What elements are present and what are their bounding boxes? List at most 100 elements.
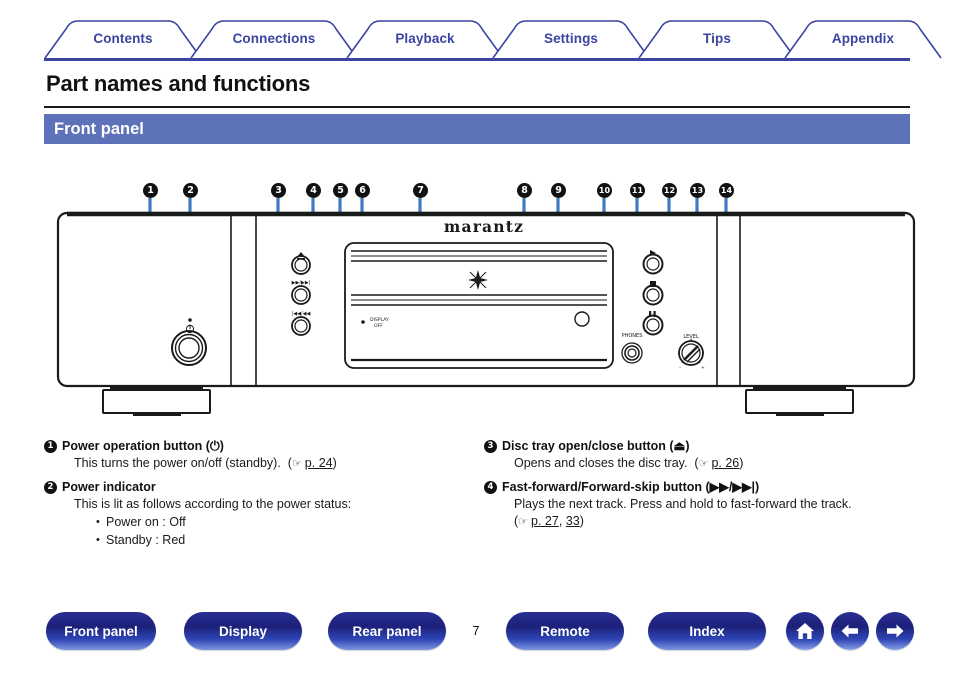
description-sublist: Power on : Off Standby : Red [44, 513, 474, 549]
description-heading-text: Disc tray open/close button (⏏) [502, 439, 690, 453]
description-heading: 1 Power operation button (⏻) [44, 438, 474, 455]
phones-label: PHONES [622, 333, 643, 339]
pointing-hand-icon: ☞ [518, 515, 528, 528]
tab-bar-rule [44, 58, 910, 61]
title-divider [44, 106, 910, 108]
tab-label: Connections [232, 31, 316, 46]
tab-tips[interactable]: Tips [638, 20, 796, 59]
page-title: Part names and functions [46, 71, 311, 96]
footer-remote-button[interactable]: Remote [506, 612, 624, 650]
callout-5: 5 [333, 183, 348, 198]
description-number: 3 [484, 440, 497, 453]
description-number: 2 [44, 480, 57, 494]
descriptions-left-column: 1 Power operation button (⏻) This turns … [44, 438, 474, 555]
page-reference-link[interactable]: p. 26 [711, 456, 739, 470]
callout-4: 4 [306, 183, 321, 198]
callout-10: 10 [597, 183, 612, 198]
footer-front-panel-button[interactable]: Front panel [46, 612, 156, 650]
callout-2: 2 [183, 183, 198, 198]
page-reference[interactable]: ☞ p. 26 [699, 456, 740, 470]
description-item-1: 1 Power operation button (⏻) This turns … [44, 438, 474, 473]
description-body: This is lit as follows according to the … [44, 496, 474, 514]
page-reference-link[interactable]: p. 27 [531, 514, 559, 528]
display-off-label-line1: DISPLAY [370, 317, 389, 323]
svg-text:+: + [701, 365, 705, 371]
svg-text:▶▶/▶▶|: ▶▶/▶▶| [292, 280, 311, 286]
footer-display-button[interactable]: Display [184, 612, 302, 650]
description-body-text: Plays the next track. Press and hold to … [514, 496, 852, 511]
tab-playback[interactable]: Playback [346, 20, 504, 59]
tab-label: Settings [543, 31, 599, 46]
tab-contents[interactable]: Contents [44, 20, 202, 59]
top-tab-bar: Contents Connections Playback Settings T [44, 20, 942, 62]
footer-home-button[interactable] [786, 612, 824, 650]
list-item: Power on : Off [96, 513, 474, 531]
reference-separator: , [558, 514, 566, 528]
callout-8: 8 [517, 183, 532, 198]
device-feet-shadow [110, 386, 846, 416]
description-body-tail: ) [739, 456, 744, 470]
arrow-left-icon [841, 624, 858, 638]
description-heading-text: Fast-forward/Forward-skip button (▶▶/▶▶|… [502, 479, 760, 494]
tab-appendix[interactable]: Appendix [784, 20, 942, 59]
callout-3: 3 [271, 183, 286, 198]
description-heading-text: Power operation button (⏻) [62, 439, 224, 453]
description-body-text: Opens and closes the disc tray. ( [514, 456, 699, 470]
description-body: Opens and closes the disc tray. (☞ p. 26… [484, 455, 934, 473]
description-item-2: 2 Power indicator This is lit as follows… [44, 479, 474, 549]
display-off-label-line2: OFF [374, 323, 383, 329]
tabs-row: Contents Connections Playback Settings T [44, 20, 942, 59]
description-heading: 2 Power indicator [44, 479, 474, 496]
tab-connections[interactable]: Connections [190, 20, 358, 59]
page-number: 7 [472, 624, 480, 638]
diagram-svg: ▶▶/▶▶| |◀◀/◀◀ DISPLAY OFF marantz PHONES… [56, 198, 916, 416]
tab-settings[interactable]: Settings [492, 20, 650, 59]
tab-label: Tips [703, 31, 731, 46]
page-reference[interactable]: (☞ p. 27 [514, 514, 559, 528]
pointing-hand-icon: ☞ [698, 457, 709, 470]
footer-back-button[interactable] [831, 612, 869, 650]
description-item-4: 4 Fast-forward/Forward-skip button (▶▶/▶… [484, 479, 934, 531]
marantz-brand-logo: marantz [444, 217, 524, 236]
description-body-tail: ) [332, 456, 337, 470]
description-body-tail: ) [579, 514, 584, 528]
description-number: 4 [484, 480, 497, 494]
description-heading: 3 Disc tray open/close button (⏏) [484, 438, 934, 455]
description-body-text: This turns the power on/off (standby). ( [74, 456, 292, 470]
section-header-bar: Front panel [44, 114, 910, 144]
callout-12: 12 [662, 183, 677, 198]
device-feet [102, 389, 854, 414]
footer-index-button[interactable]: Index [648, 612, 766, 650]
descriptions-right-column: 3 Disc tray open/close button (⏏) Opens … [484, 438, 934, 537]
callout-1: 1 [143, 183, 158, 198]
description-heading: 4 Fast-forward/Forward-skip button (▶▶/▶… [484, 479, 934, 496]
description-body-text: This is lit as follows according to the … [74, 496, 352, 511]
description-number: 1 [44, 440, 57, 453]
description-body: This turns the power on/off (standby). (… [44, 455, 474, 473]
footer-navigation: Front panel Display Rear panel 7 Remote … [0, 612, 954, 656]
display-star-icon [468, 270, 488, 290]
front-panel-diagram: 1 2 3 4 5 6 7 8 9 10 11 12 13 14 ▶▶/▶▶| … [0, 170, 954, 420]
page-reference[interactable]: ☞ p. 24 [292, 456, 333, 470]
display-window [344, 242, 614, 369]
callout-6: 6 [355, 183, 370, 198]
arrow-right-icon [887, 624, 904, 638]
footer-rear-panel-button[interactable]: Rear panel [328, 612, 446, 650]
description-heading-text: Power indicator [62, 479, 156, 494]
tab-label: Appendix [831, 31, 895, 46]
callout-9: 9 [551, 183, 566, 198]
callout-14: 14 [719, 183, 734, 198]
callout-13: 13 [690, 183, 705, 198]
page-reference-link[interactable]: p. 24 [305, 456, 333, 470]
svg-text:|◀◀/◀◀: |◀◀/◀◀ [292, 311, 311, 317]
description-body: Plays the next track. Press and hold to … [484, 496, 934, 531]
list-item: Standby : Red [96, 531, 474, 549]
description-item-3: 3 Disc tray open/close button (⏏) Opens … [484, 438, 934, 473]
section-title: Front panel [54, 119, 144, 138]
callout-7: 7 [413, 183, 428, 198]
footer-forward-button[interactable] [876, 612, 914, 650]
home-icon [796, 623, 814, 639]
pointing-hand-icon: ☞ [291, 457, 302, 470]
tab-label: Playback [395, 31, 455, 46]
page-reference-link-2[interactable]: 33 [566, 514, 580, 528]
